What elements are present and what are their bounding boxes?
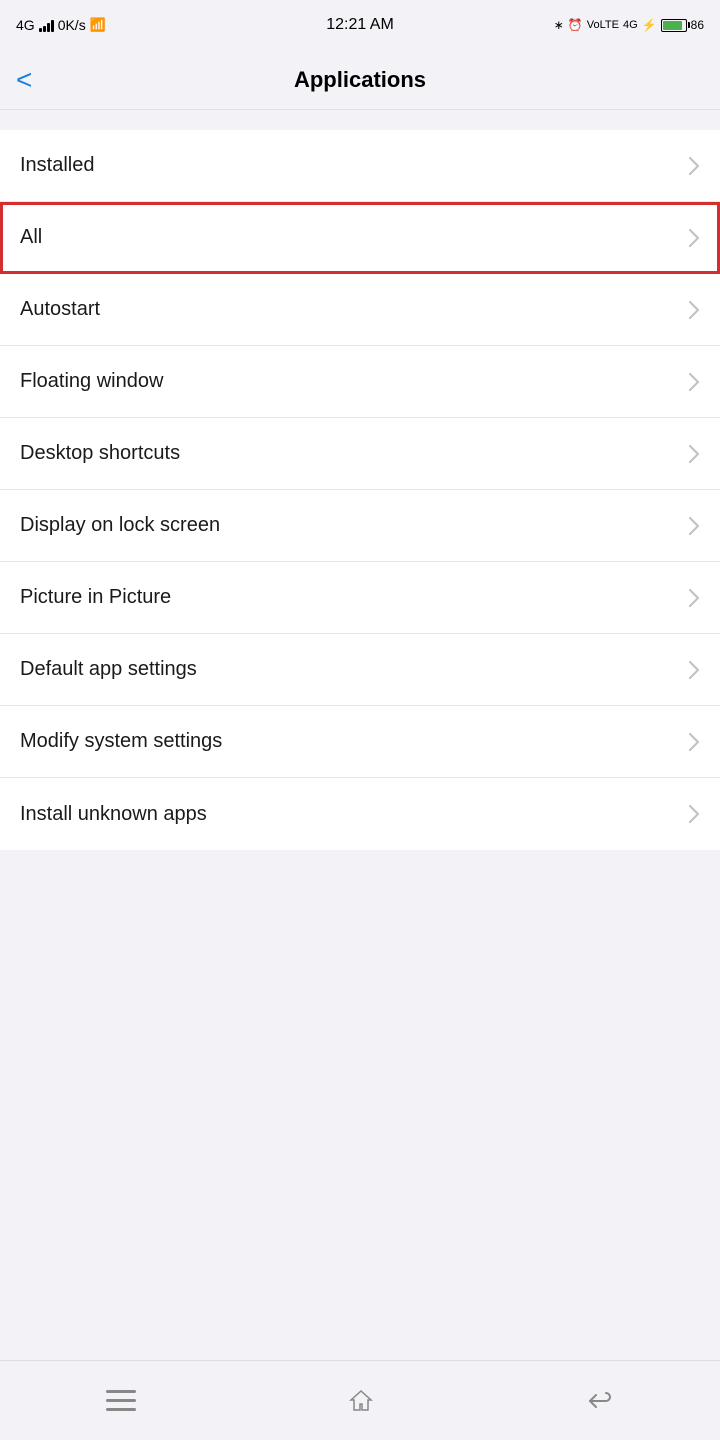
chevron-icon-display-lock-screen — [688, 516, 700, 536]
menu-item-default-app-settings[interactable]: Default app settings — [0, 634, 720, 706]
menu-item-install-unknown-apps[interactable]: Install unknown apps — [0, 778, 720, 850]
signal-bars — [39, 18, 54, 32]
chevron-icon-install-unknown-apps — [688, 804, 700, 824]
status-right: ∗ ⏰ VoLTE 4G ⚡ 86 — [554, 18, 704, 32]
lte-icon: 4G — [623, 19, 638, 31]
chevron-icon-all — [688, 228, 700, 248]
status-bar: 4G 0K/s 📶 12:21 AM ∗ ⏰ VoLTE 4G ⚡ 86 — [0, 0, 720, 50]
menu-list: Installed All Autostart Floating window Desk… — [0, 130, 720, 850]
menu-item-autostart[interactable]: Autostart — [0, 274, 720, 346]
page-wrapper: 4G 0K/s 📶 12:21 AM ∗ ⏰ VoLTE 4G ⚡ 86 < A… — [0, 0, 720, 1440]
wifi-icon: 📶 — [90, 17, 106, 33]
menu-item-all[interactable]: All — [0, 202, 720, 274]
data-speed: 0K/s — [58, 17, 86, 33]
menu-item-label-modify-system-settings: Modify system settings — [20, 730, 222, 753]
hamburger-icon — [106, 1390, 136, 1412]
lightning-icon: ⚡ — [642, 18, 657, 32]
menu-item-floating-window[interactable]: Floating window — [0, 346, 720, 418]
chevron-icon-floating-window — [688, 372, 700, 392]
menu-item-label-installed: Installed — [20, 154, 95, 177]
bottom-navigation — [0, 1360, 720, 1440]
menu-item-label-display-lock-screen: Display on lock screen — [20, 514, 220, 537]
bar4 — [51, 20, 54, 32]
back-button[interactable]: < — [16, 66, 32, 94]
battery-icon — [661, 19, 687, 32]
menu-item-picture-in-picture[interactable]: Picture in Picture — [0, 562, 720, 634]
chevron-icon-desktop-shortcuts — [688, 444, 700, 464]
menu-item-label-install-unknown-apps: Install unknown apps — [20, 803, 207, 826]
menu-item-label-floating-window: Floating window — [20, 370, 163, 393]
battery-fill — [663, 21, 682, 30]
network-type: 4G — [16, 17, 35, 33]
app-header: < Applications — [0, 50, 720, 110]
chevron-icon-picture-in-picture — [688, 588, 700, 608]
home-nav-icon[interactable] — [347, 1387, 375, 1415]
status-time: 12:21 AM — [326, 16, 394, 34]
bluetooth-icon: ∗ — [554, 18, 564, 32]
menu-item-label-autostart: Autostart — [20, 298, 100, 321]
menu-item-label-picture-in-picture: Picture in Picture — [20, 586, 171, 609]
chevron-icon-installed — [688, 156, 700, 176]
menu-item-label-all: All — [20, 226, 42, 249]
menu-item-label-desktop-shortcuts: Desktop shortcuts — [20, 442, 180, 465]
bottom-spacer — [0, 850, 720, 1440]
volte-icon: VoLTE — [587, 19, 619, 31]
menu-item-display-lock-screen[interactable]: Display on lock screen — [0, 490, 720, 562]
back-icon — [586, 1387, 614, 1415]
bar3 — [47, 23, 50, 32]
menu-item-label-default-app-settings: Default app settings — [20, 658, 197, 681]
bar1 — [39, 28, 42, 32]
menu-nav-icon[interactable] — [106, 1390, 136, 1412]
menu-item-modify-system-settings[interactable]: Modify system settings — [0, 706, 720, 778]
chevron-icon-modify-system-settings — [688, 732, 700, 752]
chevron-icon-autostart — [688, 300, 700, 320]
battery-percent: 86 — [691, 18, 704, 32]
menu-item-installed[interactable]: Installed — [0, 130, 720, 202]
page-title: Applications — [294, 67, 426, 93]
status-left: 4G 0K/s 📶 — [16, 17, 106, 33]
chevron-icon-default-app-settings — [688, 660, 700, 680]
home-icon — [347, 1387, 375, 1415]
menu-item-desktop-shortcuts[interactable]: Desktop shortcuts — [0, 418, 720, 490]
section-gap — [0, 110, 720, 130]
bar2 — [43, 26, 46, 32]
back-nav-icon[interactable] — [586, 1387, 614, 1415]
alarm-icon: ⏰ — [568, 18, 583, 32]
